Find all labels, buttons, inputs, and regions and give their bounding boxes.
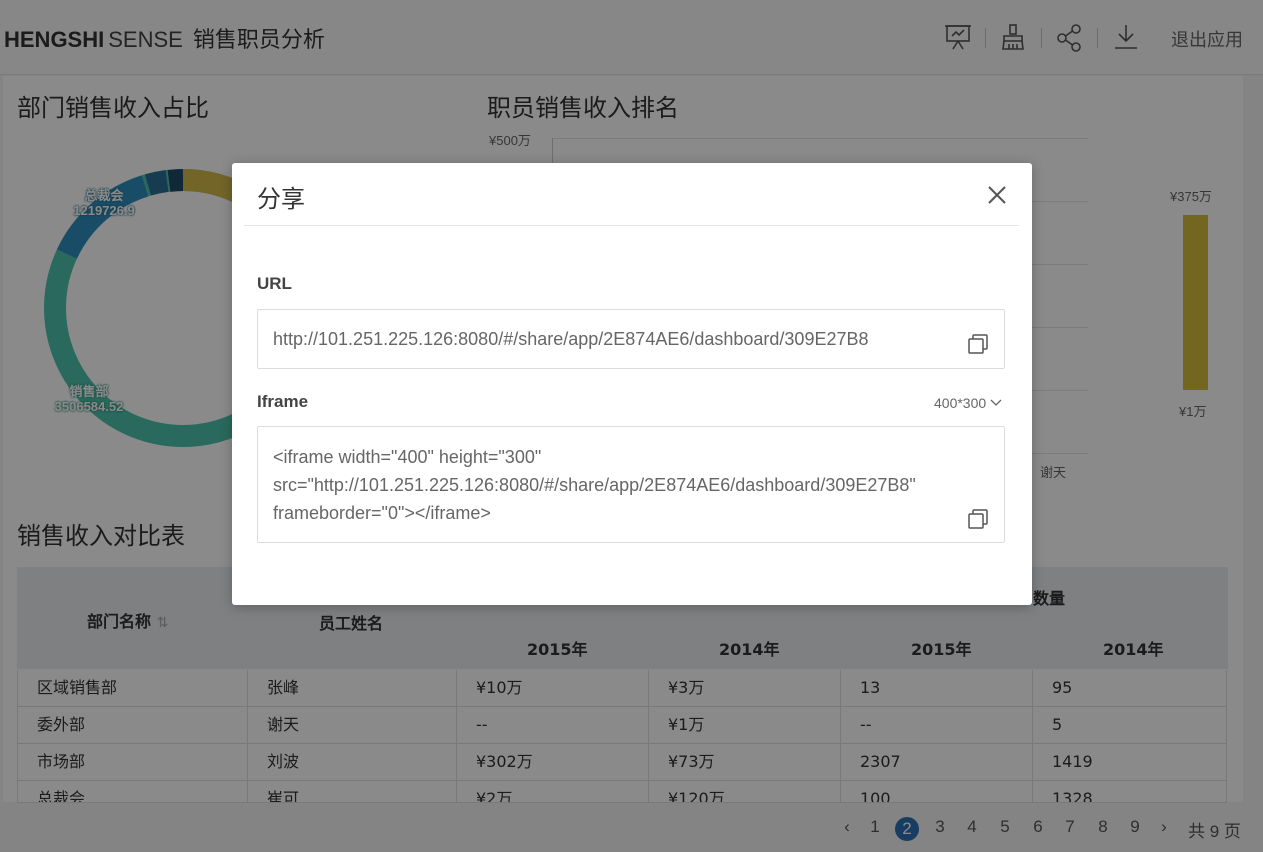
copy-url-icon[interactable] — [967, 333, 989, 355]
copy-iframe-icon[interactable] — [967, 508, 989, 530]
iframe-code-line: frameborder="0"></iframe> — [273, 503, 491, 523]
url-label: URL — [257, 274, 292, 293]
url-value: http://101.251.225.126:8080/#/share/app/… — [273, 329, 869, 349]
iframe-code-line: src="http://101.251.225.126:8080/#/share… — [273, 475, 916, 495]
iframe-code-field[interactable]: <iframe width="400" height="300" src="ht… — [257, 426, 1005, 543]
share-dialog: 分享 URL http://101.251.225.126:8080/#/sha… — [232, 163, 1032, 605]
iframe-size-value: 400*300 — [934, 395, 987, 411]
dialog-title: 分享 — [257, 185, 305, 213]
iframe-size-select[interactable]: 400*300 — [934, 394, 1002, 411]
url-field[interactable]: http://101.251.225.126:8080/#/share/app/… — [257, 309, 1005, 369]
iframe-label: Iframe — [257, 392, 309, 411]
chevron-down-icon — [990, 394, 1002, 410]
iframe-code-line: <iframe width="400" height="300" — [273, 447, 542, 467]
dialog-divider — [244, 225, 1019, 226]
close-icon[interactable] — [986, 184, 1008, 206]
